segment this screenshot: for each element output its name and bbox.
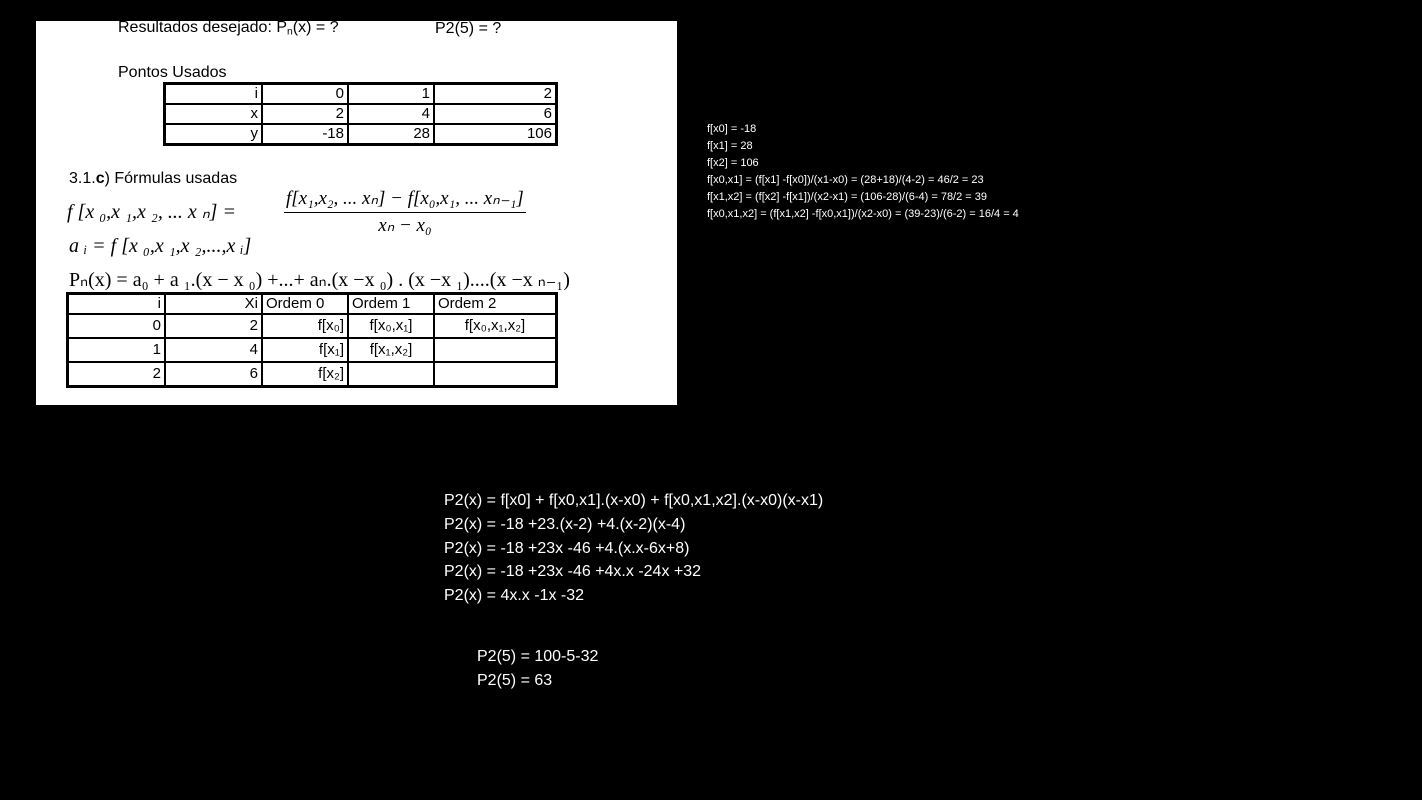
divided-difference-fraction: f[x₁,x₂, ... xₙ] − f[x₀,x₁, ... xₙ₋₁] xₙ… bbox=[284, 187, 526, 237]
polynomial-line: P2(x) = -18 +23x -46 +4x.x -24x +32 bbox=[444, 563, 702, 581]
dd-header-cell: Ordem 0 bbox=[261, 292, 349, 315]
formulas-title-suffix: ) Fórmulas usadas bbox=[104, 170, 238, 187]
formulas-title-bold: c bbox=[95, 170, 105, 187]
dd-cell: f[x₀,x₁] bbox=[347, 313, 435, 339]
points-row: i012 bbox=[163, 82, 558, 105]
note-line: f[x0,x1,x2] = (f[x1,x2] -f[x0,x1])/(x2-x… bbox=[707, 208, 1019, 220]
fraction-numerator: f[x₁,x₂, ... xₙ] − f[x₀,x₁, ... xₙ₋₁] bbox=[284, 187, 526, 213]
dd-row: 0 2 f[x₀] f[x₀,x₁] f[x₀,x₁,x₂] bbox=[66, 313, 558, 339]
desired-results-label: Resultados desejado: Pn(x) = ? bbox=[118, 21, 339, 37]
dd-cell bbox=[347, 361, 435, 388]
points-cell: -18 bbox=[261, 123, 349, 146]
formula-sheet-image: Resultados desejado: Pn(x) = ? P2(5) = ?… bbox=[36, 21, 677, 405]
evaluation-result: P2(5) = 100-5-32 P2(5) = 63 bbox=[477, 645, 598, 693]
desired-label-text: Resultados desejado: bbox=[118, 21, 272, 36]
dd-cell: f[x₀] bbox=[261, 313, 349, 339]
dd-cell: 0 bbox=[66, 313, 166, 339]
note-line: f[x1] = 28 bbox=[707, 140, 753, 152]
dd-cell bbox=[433, 337, 558, 363]
polynomial-line: P2(x) = f[x0] + f[x0,x1].(x-x0) + f[x0,x… bbox=[444, 492, 824, 509]
dd-header-cell: Ordem 2 bbox=[433, 292, 558, 315]
points-cell: 2 bbox=[433, 82, 558, 105]
dd-cell: f[x₂] bbox=[261, 361, 349, 388]
dd-cell: 1 bbox=[66, 337, 166, 363]
dd-cell: 2 bbox=[66, 361, 166, 388]
dd-cell: f[x₁] bbox=[261, 337, 349, 363]
polynomial-line: P2(x) = -18 +23x -46 +4.(x.x-6x+8) bbox=[444, 539, 690, 557]
coefficient-formula: a ᵢ = f [x ₀,x ₁,x ₂,...,x ᵢ] bbox=[69, 235, 252, 257]
divided-differences-table: i Xi Ordem 0 Ordem 1 Ordem 2 0 2 f[x₀] f[x₀,x₁] f… bbox=[66, 292, 558, 388]
dd-row: 1 4 f[x₁] f[x₁,x₂] bbox=[66, 337, 558, 363]
dd-cell: f[x₁,x₂] bbox=[347, 337, 435, 363]
pn-tail: (x) = ? bbox=[292, 21, 339, 36]
points-cell: 2 bbox=[261, 103, 349, 125]
points-cell: 106 bbox=[433, 123, 558, 146]
points-cell: 6 bbox=[433, 103, 558, 125]
polynomial-line: P2(x) = -18 +23.(x-2) +4.(x-2)(x-4) bbox=[444, 515, 686, 533]
dd-cell bbox=[433, 361, 558, 388]
note-line: f[x0] = -18 bbox=[707, 123, 757, 135]
formulas-title: 3.1.c) Fórmulas usadas bbox=[69, 170, 237, 188]
points-cell: y bbox=[163, 123, 263, 146]
divided-difference-lhs: f [x ₀,x ₁,x ₂, ... x ₙ] = bbox=[67, 201, 236, 223]
dd-header-row: i Xi Ordem 0 Ordem 1 Ordem 2 bbox=[66, 292, 558, 315]
formulas-title-prefix: 3.1. bbox=[69, 170, 96, 187]
dd-cell: f[x₀,x₁,x₂] bbox=[433, 313, 558, 339]
pn-letter: P bbox=[276, 21, 288, 36]
note-line: f[x2] = 106 bbox=[707, 157, 759, 169]
polynomial-line: P2(x) = 4x.x -1x -32 bbox=[444, 587, 585, 605]
points-cell: 28 bbox=[347, 123, 435, 146]
divided-differences-notes: f[x0] = -18 f[x1] = 28 f[x2] = 106 f[x0,x1]… bbox=[707, 121, 1019, 223]
points-cell: i bbox=[163, 82, 263, 105]
points-title: Pontos Usados bbox=[118, 64, 227, 81]
points-cell: 0 bbox=[261, 82, 349, 105]
fraction-denominator: xₙ − x₀ bbox=[378, 215, 432, 236]
points-row: x246 bbox=[163, 103, 558, 125]
desired-p2-label: P2(5) = ? bbox=[435, 21, 502, 37]
dd-header-cell: Xi bbox=[164, 292, 263, 315]
result-line: P2(5) = 63 bbox=[477, 672, 553, 689]
dd-cell: 4 bbox=[164, 337, 263, 363]
points-cell: x bbox=[163, 103, 263, 125]
points-cell: 1 bbox=[347, 82, 435, 105]
dd-header-cell: i bbox=[66, 292, 166, 315]
dd-header-cell: Ordem 1 bbox=[347, 292, 435, 315]
dd-cell: 2 bbox=[164, 313, 263, 339]
note-line: f[x0,x1] = (f[x1] -f[x0])/(x1-x0) = (28+… bbox=[707, 174, 984, 186]
result-line: P2(5) = 100-5-32 bbox=[477, 648, 599, 665]
dd-row: 2 6 f[x₂] bbox=[66, 361, 558, 388]
polynomial-derivation: P2(x) = f[x0] + f[x0,x1].(x-x0) + f[x0,x… bbox=[444, 489, 823, 608]
points-row: y -18 28 106 bbox=[163, 123, 558, 146]
note-line: f[x1,x2] = (f[x2] -f[x1])/(x2-x1) = (106… bbox=[707, 191, 988, 203]
newton-polynomial-formula: Pₙ(x) = a₀ + a ₁.(x − x ₀) +...+ aₙ.(x −… bbox=[69, 269, 570, 291]
dd-cell: 6 bbox=[164, 361, 263, 388]
points-cell: 4 bbox=[347, 103, 435, 125]
points-table: i 0 1 2 x 2 4 6 y -18 28 106 bbox=[163, 82, 558, 146]
